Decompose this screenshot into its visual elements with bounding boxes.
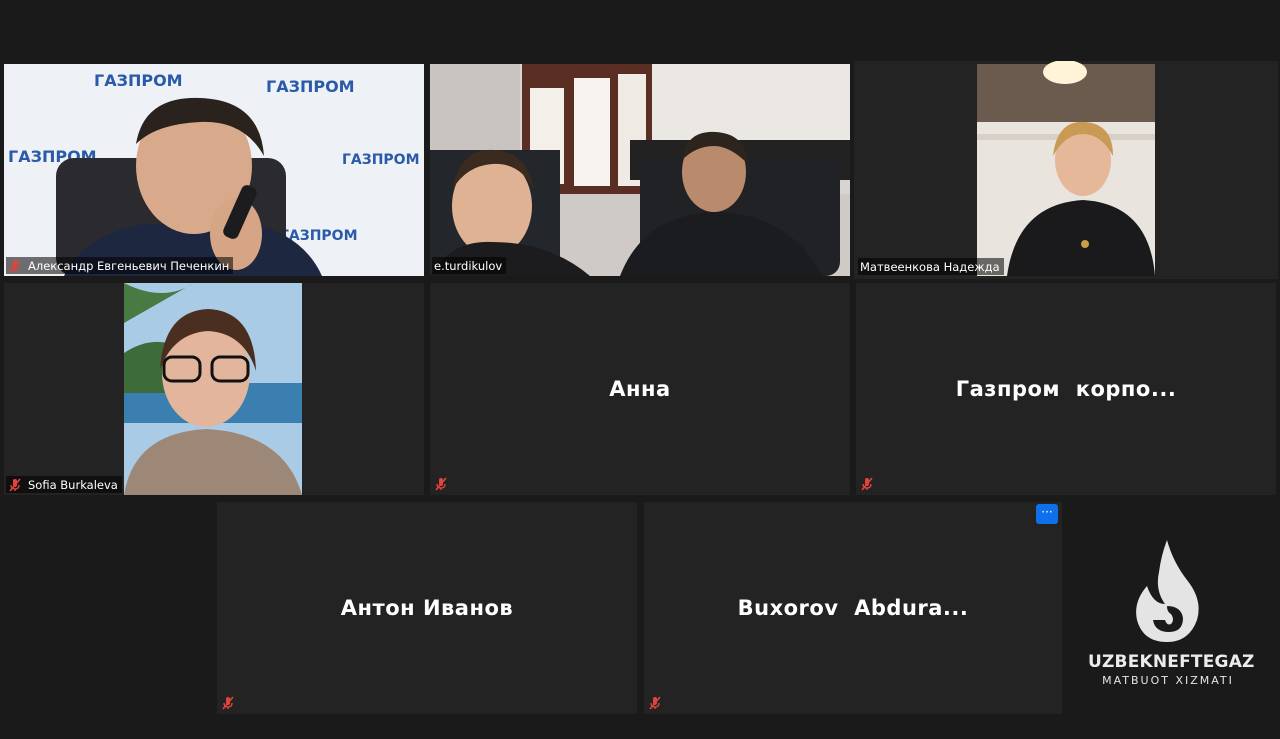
svg-text:ГАЗПРОМ: ГАЗПРОМ	[94, 71, 183, 90]
uzbekneftegaz-watermark: UZBEKNEFTEGAZ MATBUOT XIZMATI	[1088, 540, 1255, 687]
participant-video	[430, 64, 850, 276]
muted-mic-icon	[860, 477, 874, 491]
participant-name-label: e.turdikulov	[432, 257, 507, 274]
muted-mic-icon	[8, 477, 22, 492]
watermark-title: UZBEKNEFTEGAZ	[1088, 652, 1255, 672]
participant-name: Газпром корпо...	[955, 377, 1177, 401]
participant-name: Антон Иванов	[340, 596, 514, 620]
more-options-button[interactable]: ···	[1036, 504, 1058, 524]
participant-tile-anna[interactable]: Анна	[430, 283, 850, 495]
flame-logo-icon	[1136, 540, 1199, 642]
watermark-subtitle: MATBUOT XIZMATI	[1102, 674, 1234, 687]
participant-tile-turdikulov[interactable]: e.turdikulov	[430, 64, 850, 276]
participant-name: Buxorov Abdura...	[737, 596, 969, 620]
muted-mic-icon	[434, 477, 448, 491]
muted-mic-icon	[221, 696, 235, 710]
participant-name-label: Матвеенкова Надежда	[858, 258, 1004, 275]
participant-name: Матвеенкова Надежда	[860, 259, 1000, 274]
participant-name: Александр Евгеньевич Печенкин	[28, 258, 230, 273]
svg-text:ГАЗПРОМ: ГАЗПРОМ	[266, 77, 355, 96]
participant-video	[4, 283, 424, 495]
participant-name: Анна	[609, 377, 671, 401]
participant-tile-anton[interactable]: Антон Иванов	[217, 502, 637, 714]
participant-name-label: Sofia Burkaleva	[6, 476, 122, 493]
participant-tile-pechenkin[interactable]: ГАЗПРОМ ГАЗПРОМ ГАЗПРОМ ГАЗПРОМ ГАЗПРОМ …	[4, 64, 424, 276]
participant-tile-matveenkova[interactable]: Матвеенкова Надежда	[854, 61, 1278, 279]
participant-name: Sofia Burkaleva	[28, 477, 118, 492]
participant-video: ГАЗПРОМ ГАЗПРОМ ГАЗПРОМ ГАЗПРОМ ГАЗПРОМ	[4, 64, 424, 276]
video-gallery: ГАЗПРОМ ГАЗПРОМ ГАЗПРОМ ГАЗПРОМ ГАЗПРОМ …	[0, 0, 1280, 739]
participant-tile-gazprom-corp[interactable]: Газпром корпо...	[856, 283, 1276, 495]
participant-tile-buxorov[interactable]: ··· Buxorov Abdura...	[644, 502, 1062, 714]
participant-tile-sofia[interactable]: Sofia Burkaleva	[4, 283, 424, 495]
participant-name: e.turdikulov	[434, 258, 503, 273]
muted-mic-icon	[8, 258, 22, 273]
participant-name-label: Александр Евгеньевич Печенкин	[6, 257, 234, 274]
svg-text:ГАЗПРОМ: ГАЗПРОМ	[342, 152, 420, 168]
participant-video	[854, 61, 1278, 279]
muted-mic-icon	[648, 696, 662, 710]
